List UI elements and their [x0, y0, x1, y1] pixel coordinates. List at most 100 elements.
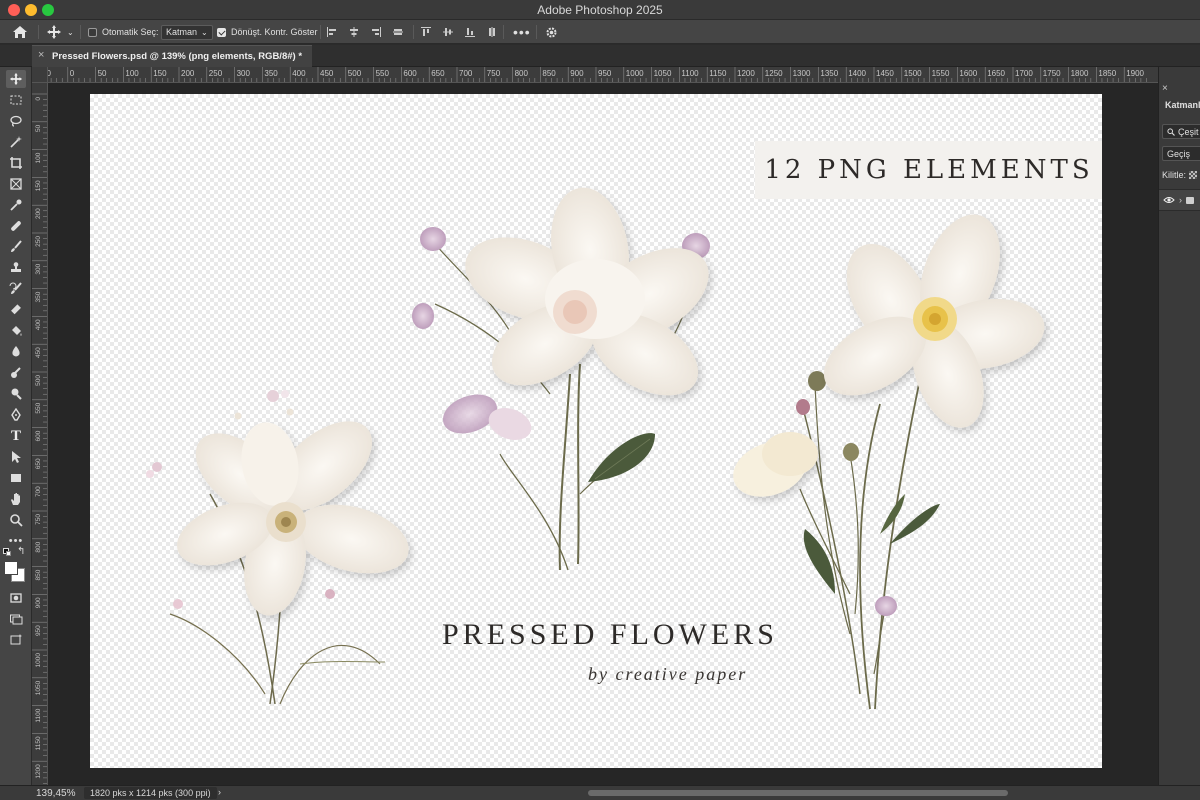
ruler-tick-label: 1100 — [681, 69, 699, 78]
swap-colors-icon[interactable]: ↰ — [17, 546, 25, 557]
more-options-button[interactable]: ••• — [513, 20, 531, 44]
align-top-icon[interactable] — [420, 26, 432, 38]
auto-select-target-dropdown[interactable]: Katman ⌄ — [161, 24, 213, 40]
crop-tool[interactable] — [6, 154, 26, 172]
brush-icon — [11, 240, 22, 252]
ruler-origin[interactable] — [32, 67, 48, 83]
align-middle-v-icon[interactable] — [442, 26, 454, 38]
ruler-tick-label: 500 — [35, 375, 42, 386]
home-button[interactable] — [12, 20, 28, 44]
show-transform-label: Dönüşt. Kontr. Göster — [231, 27, 318, 37]
lock-transparency-icon[interactable] — [1189, 171, 1198, 179]
distribute-v-icon[interactable] — [486, 26, 498, 38]
canvas-heading: PRESSED FLOWERS — [442, 618, 778, 651]
ruler-tick-label: 200 — [35, 208, 42, 219]
show-transform-toggle[interactable]: Dönüşt. Kontr. Göster — [217, 20, 318, 44]
chevron-down-icon: ⌄ — [67, 27, 74, 37]
screen-mode-button[interactable] — [6, 610, 26, 628]
ruler-tick-label: 1200 — [737, 69, 755, 78]
blur-tool[interactable] — [6, 343, 26, 361]
ruler-tick-label: 1050 — [35, 680, 42, 695]
default-colors-icon[interactable] — [3, 548, 11, 556]
canvas-workspace[interactable]: 12 PNG ELEMENTS PRESSED FLOWERS by creat… — [48, 83, 1158, 785]
document-tab[interactable]: Pressed Flowers.psd @ 139% (png elements… — [32, 45, 312, 67]
color-swatches[interactable] — [4, 561, 28, 585]
eye-icon[interactable] — [1163, 196, 1175, 204]
zoom-tool[interactable] — [6, 511, 26, 529]
align-center-h-icon[interactable] — [348, 26, 360, 38]
horizontal-scrollbar[interactable] — [588, 790, 1008, 796]
blend-mode-dropdown[interactable]: Geçiş — [1162, 146, 1200, 161]
auto-select-checkbox[interactable] — [88, 27, 97, 37]
ruler-tick-label: 50 — [35, 124, 42, 132]
path-selection-tool[interactable] — [6, 448, 26, 466]
ruler-tick-label: 600 — [35, 430, 42, 441]
toolbox: T ••• ↰ — [0, 67, 32, 785]
dodge-tool[interactable] — [6, 385, 26, 403]
ruler-tick-label: 550 — [35, 402, 42, 413]
lock-row: Kilitle: — [1162, 170, 1198, 180]
ruler-tick-label: 1250 — [765, 69, 783, 78]
close-tab-icon[interactable]: × — [38, 49, 44, 61]
lasso-tool[interactable] — [6, 112, 26, 130]
type-tool[interactable]: T — [6, 427, 26, 445]
ruler-tick-label: 800 — [515, 69, 529, 78]
healing-brush-tool[interactable] — [6, 217, 26, 235]
rectangle-tool[interactable] — [6, 469, 26, 487]
generative-button[interactable] — [6, 631, 26, 649]
align-bottom-icon[interactable] — [464, 26, 476, 38]
ruler-tick-label: 200 — [181, 69, 195, 78]
vertical-ruler[interactable]: 0 50 100 150 200 250 300 350 400 450 500 550 600 650 7… — [32, 83, 48, 785]
pen-tool[interactable] — [6, 406, 26, 424]
canvas-subheading: by creative paper — [588, 664, 748, 684]
panel-close-icon[interactable]: × — [1162, 83, 1168, 94]
chevron-down-icon: ⌄ — [201, 27, 208, 37]
marquee-tool[interactable] — [6, 91, 26, 109]
align-right-icon[interactable] — [370, 26, 382, 38]
zoom-level[interactable]: 139,45% — [36, 788, 75, 799]
document-canvas[interactable]: 12 PNG ELEMENTS PRESSED FLOWERS by creat… — [90, 94, 1102, 768]
ruler-tick-label: 350 — [35, 291, 42, 302]
title-bar: Adobe Photoshop 2025 — [0, 0, 1200, 20]
move-tool-preset-button[interactable]: ⌄ — [46, 20, 74, 44]
frame-tool[interactable] — [6, 175, 26, 193]
ruler-tick-label: 1000 — [626, 69, 644, 78]
hand-tool[interactable] — [6, 490, 26, 508]
history-brush-tool[interactable] — [6, 280, 26, 298]
align-left-icon[interactable] — [326, 26, 338, 38]
move-tool[interactable] — [6, 70, 26, 88]
smudge-icon — [11, 367, 21, 378]
ruler-tick-label: 1900 — [1126, 69, 1144, 78]
foreground-color-swatch[interactable] — [4, 561, 18, 575]
arrow-icon — [12, 451, 21, 463]
magic-wand-tool[interactable] — [6, 133, 26, 151]
distribute-h-icon[interactable] — [392, 26, 404, 38]
clone-stamp-tool[interactable] — [6, 259, 26, 277]
ruler-tick-label: 650 — [431, 69, 445, 78]
layer-row[interactable]: › — [1159, 189, 1200, 211]
chevron-right-icon[interactable]: › — [1179, 195, 1182, 205]
quick-mask-button[interactable] — [6, 589, 26, 607]
type-icon: T — [10, 427, 21, 444]
bandage-icon — [11, 221, 21, 231]
auto-select-toggle[interactable]: Otomatik Seç: — [88, 20, 159, 44]
layers-panel-title[interactable]: Katmanlar — [1165, 100, 1200, 110]
layers-panel: × Katmanlar Çeşit Geçiş Kilitle: › — [1158, 67, 1200, 785]
brush-tool[interactable] — [6, 238, 26, 256]
folder-icon — [1186, 196, 1194, 204]
eyedropper-tool[interactable] — [6, 196, 26, 214]
paint-bucket-tool[interactable] — [6, 322, 26, 340]
eraser-tool[interactable] — [6, 301, 26, 319]
show-transform-checkbox[interactable] — [217, 27, 226, 37]
app-title: Adobe Photoshop 2025 — [537, 3, 663, 17]
settings-button[interactable] — [545, 20, 558, 44]
chevron-right-icon[interactable]: › — [218, 787, 221, 797]
ruler-tick-label: 50 — [98, 69, 107, 78]
ruler-tick-label: 1550 — [932, 69, 950, 78]
layer-filter-dropdown[interactable]: Çeşit — [1162, 124, 1200, 139]
document-info[interactable]: 1820 pks x 1214 pks (300 ppi) — [84, 787, 217, 799]
ruler-tick-label: 1000 — [35, 653, 42, 668]
horizontal-ruler[interactable]: 5005010015020025030035040045050055060065… — [48, 67, 1158, 83]
frame-icon — [10, 178, 22, 190]
smudge-tool[interactable] — [6, 364, 26, 382]
